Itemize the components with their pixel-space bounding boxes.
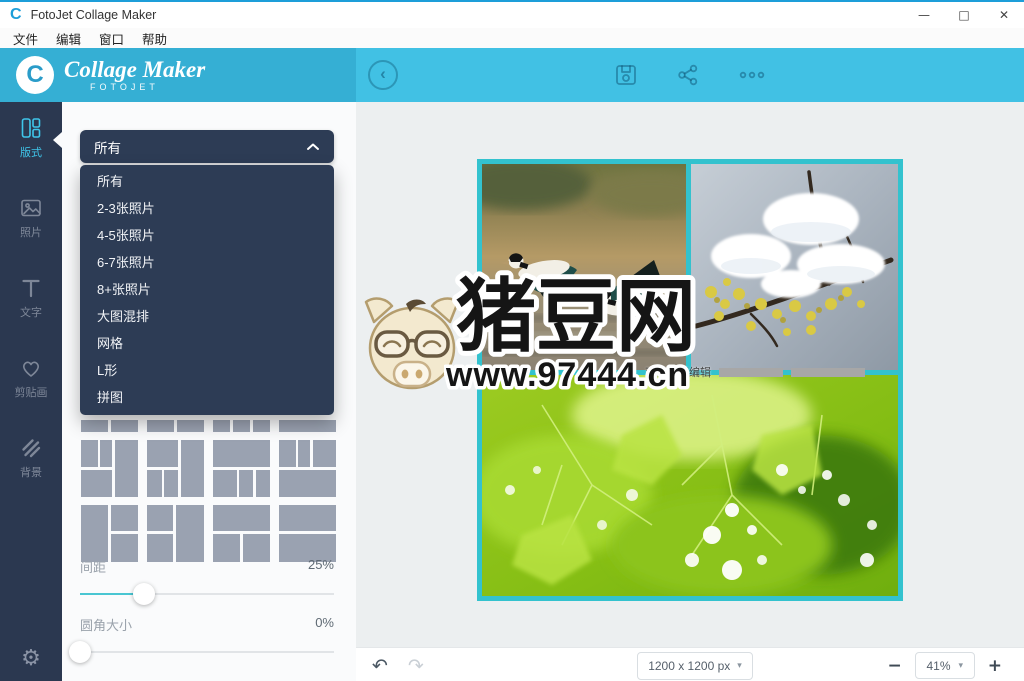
settings-button[interactable]: ⚙ [0,646,62,671]
corner-slider [80,641,334,663]
dropdown-option[interactable]: 网格 [80,330,334,357]
dropdown-option[interactable]: 大图混排 [80,303,334,330]
share-button[interactable] [675,62,701,88]
layout-icon [19,116,43,140]
app-icon: C [10,7,22,23]
zoom-in-button[interactable]: + [988,656,1002,676]
brand-subtitle: FOTOJET [90,83,205,92]
layout-thumbnail[interactable] [81,505,138,562]
caret-down-icon: ▾ [959,661,964,671]
watermark-text: 猪豆网 www.97444.cn [444,262,724,402]
tooltip-bar [719,368,783,377]
app-window: C FotoJet Collage Maker — □ ✕ 文件编辑窗口帮助 C… [0,0,1024,681]
sidebar-item-layout[interactable]: 版式 [0,116,62,168]
brand-logo-icon: C [16,56,54,94]
menu-item[interactable]: 窗口 [90,29,133,48]
sidebar-item-photos[interactable]: 照片 [0,196,62,248]
filter-selected-value: 所有 [94,137,121,157]
zoom-level-value: 41% [926,659,950,673]
status-bar: ↶ ↷ 1200 x 1200 px ▾ − 41% ▾ + [356,647,1024,681]
heart-icon [19,356,43,380]
canvas-size-selector[interactable]: 1200 x 1200 px ▾ [637,652,753,680]
layout-thumbnail[interactable] [213,505,270,562]
layout-thumbnails [81,420,336,562]
redo-button[interactable]: ↷ [408,655,424,677]
back-button[interactable]: ‹ [368,60,398,90]
app-header: C Collage Maker FOTOJET ‹ [0,48,1024,102]
zoom-out-button[interactable]: − [888,656,902,676]
dropdown-option[interactable]: 8+张照片 [80,276,334,303]
undo-button[interactable]: ↶ [372,655,388,677]
menu-bar: 文件编辑窗口帮助 [0,28,1024,48]
window-title: FotoJet Collage Maker [31,8,157,22]
maximize-button[interactable]: □ [944,2,984,28]
sidebar-item-text[interactable]: 文字 [0,276,62,328]
layout-thumbnail[interactable] [147,440,204,497]
more-icon [737,62,767,88]
layout-thumbnail[interactable] [279,440,336,497]
dropdown-option[interactable]: 拼图 [80,384,334,411]
layout-thumbnail[interactable] [213,440,270,497]
watermark-url: www.97444.cn [445,356,689,394]
close-button[interactable]: ✕ [984,2,1024,28]
brand-area: C Collage Maker FOTOJET [0,48,356,102]
dropdown-option[interactable]: 4-5张照片 [80,222,334,249]
layout-thumbnail[interactable] [279,505,336,562]
collage-cell-leaves-photo[interactable] [482,375,898,596]
layout-thumbnail[interactable] [213,420,270,432]
sidebar-item-background[interactable]: 背景 [0,436,62,488]
canvas-size-value: 1200 x 1200 px [648,659,730,673]
watermark-title: 猪豆网 [456,272,696,361]
corner-value: 0% [315,615,334,634]
sidebar: 版式 照片 文字 剪贴画 [0,102,62,681]
sidebar-item-clipart[interactable]: 剪贴画 [0,356,62,408]
caret-down-icon: ▾ [737,661,742,671]
layout-thumbnail[interactable] [81,420,138,432]
tooltip-bar [791,368,865,377]
save-icon [613,62,639,88]
menu-item[interactable]: 帮助 [133,29,176,48]
layout-thumbnail[interactable] [147,505,204,562]
gear-icon: ⚙ [21,646,41,671]
corner-label: 圆角大小 [80,615,132,634]
photo-icon [19,196,43,220]
spacing-value: 25% [308,557,334,576]
window-controls: — □ ✕ [904,2,1024,28]
minimize-button[interactable]: — [904,2,944,28]
dropdown-option[interactable]: 6-7张照片 [80,249,334,276]
menu-item[interactable]: 编辑 [47,29,90,48]
spacing-label: 间距 [80,557,106,576]
layout-thumbnail[interactable] [279,420,336,432]
layout-thumbnail[interactable] [81,440,138,497]
more-button[interactable] [737,62,767,88]
layout-thumbnail[interactable] [147,420,204,432]
canvas-area: 双击进行编辑 [356,102,1024,681]
stripes-icon [19,436,43,460]
dropdown-option[interactable]: 2-3张照片 [80,195,334,222]
brand-title: Collage Maker [64,58,205,81]
top-toolbar: ‹ [356,48,1024,102]
spacing-slider [80,583,334,605]
layout-thumbnails-viewport [81,420,339,562]
layout-panel: 所有 所有2-3张照片4-5张照片6-7张照片8+张照片大图混排网格L形拼图 间… [62,102,356,681]
spacing-slider-handle[interactable] [133,583,155,605]
menu-item[interactable]: 文件 [4,29,47,48]
save-button[interactable] [613,62,639,88]
dropdown-option[interactable]: 所有 [80,168,334,195]
share-icon [675,62,701,88]
active-notch [53,132,62,148]
chevron-up-icon [306,142,320,151]
text-icon [19,276,43,300]
filter-dropdown-list: 所有2-3张照片4-5张照片6-7张照片8+张照片大图混排网格L形拼图 [80,165,334,415]
dropdown-option[interactable]: L形 [80,357,334,384]
title-bar: C FotoJet Collage Maker — □ ✕ [0,2,1024,28]
zoom-level-selector[interactable]: 41% ▾ [915,652,975,679]
filter-dropdown[interactable]: 所有 [80,130,334,163]
corner-slider-handle[interactable] [69,641,91,663]
